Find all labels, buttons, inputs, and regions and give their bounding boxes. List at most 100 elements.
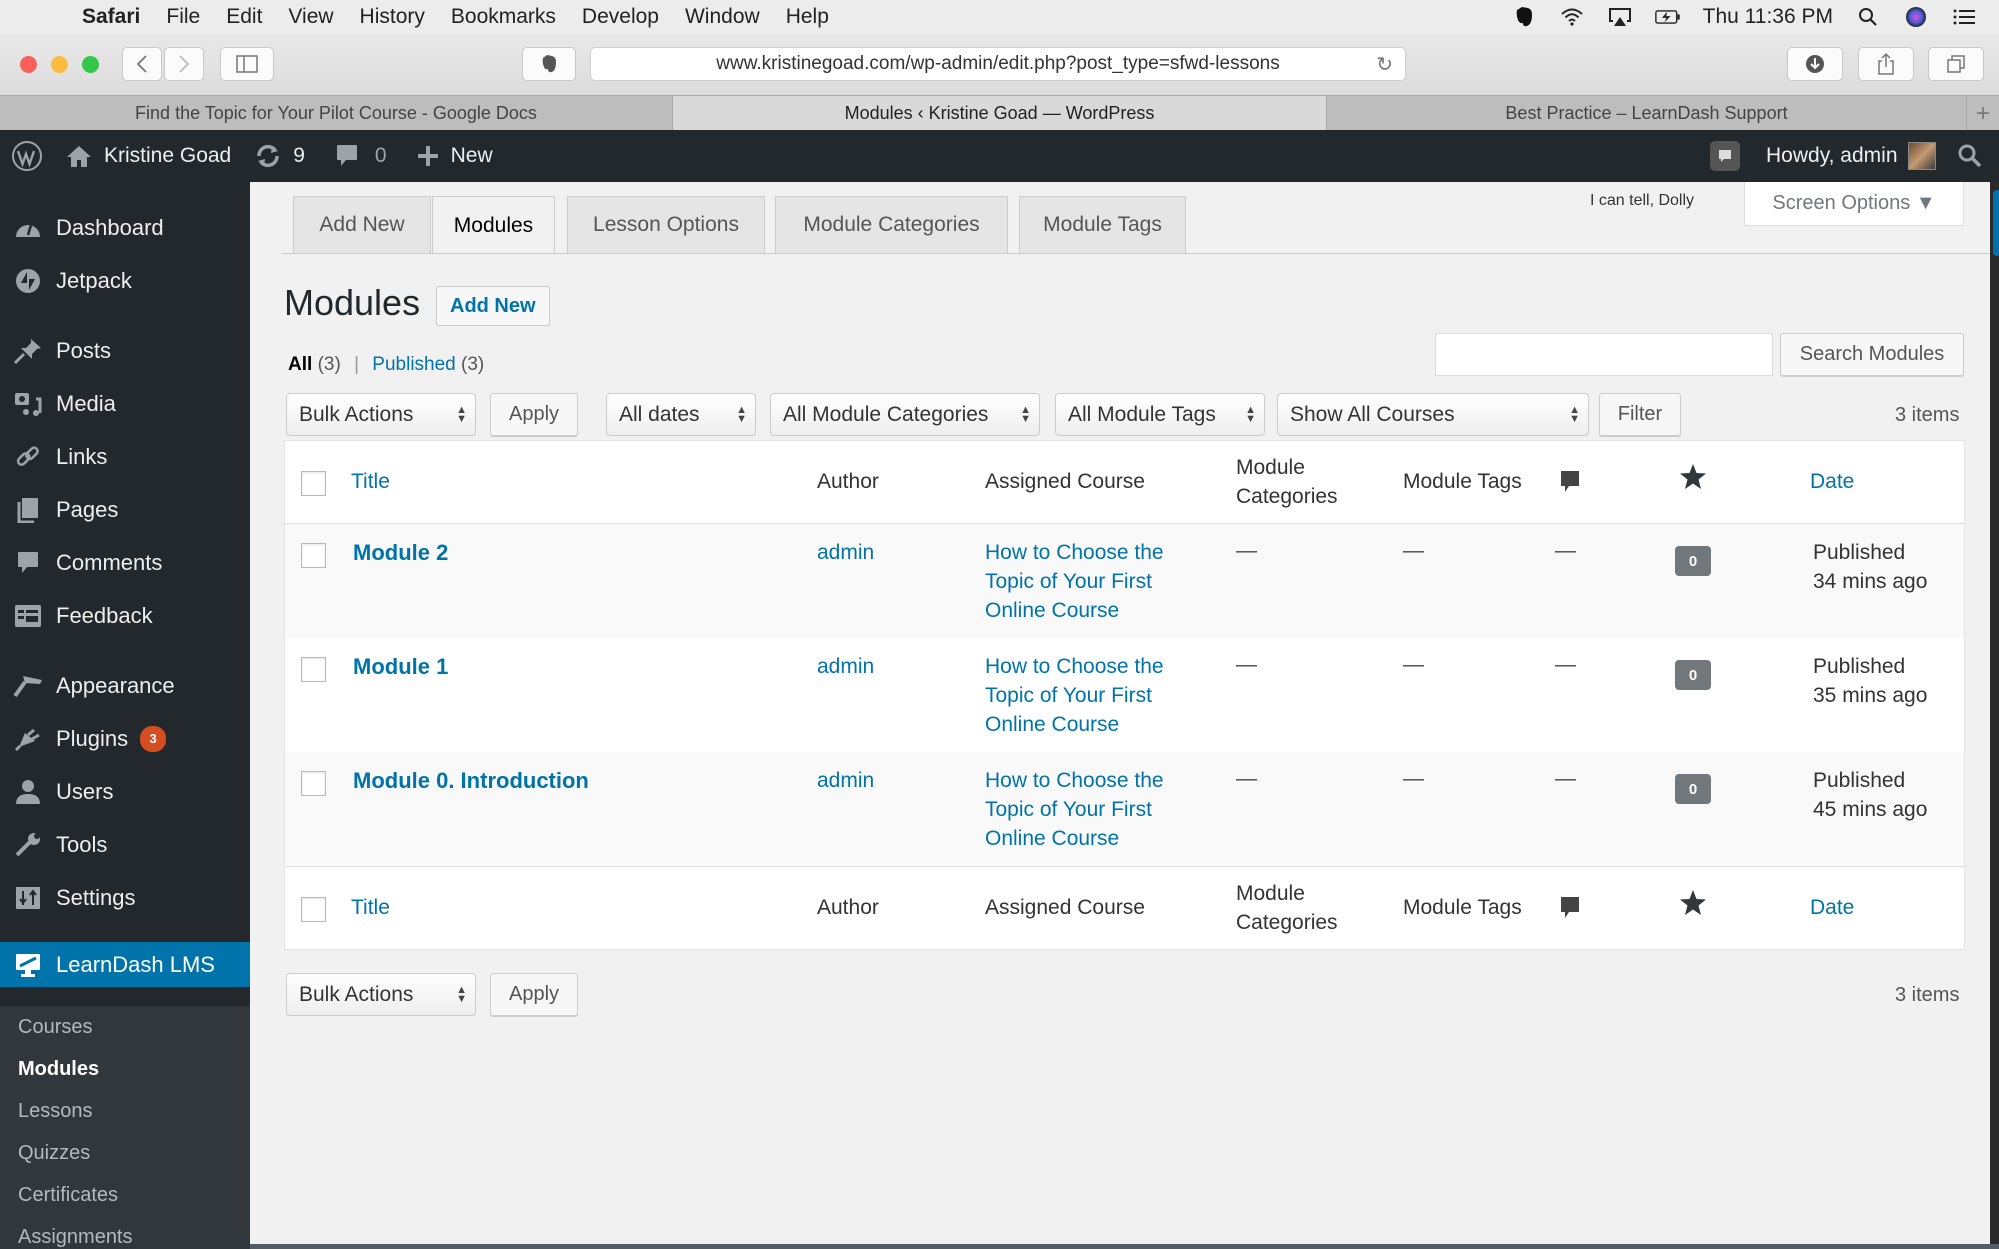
sidebar-item-tools[interactable]: Tools xyxy=(0,819,250,871)
row-star-count-badge[interactable]: 0 xyxy=(1675,660,1711,690)
tabs-overview-button[interactable] xyxy=(1928,47,1984,81)
siri-icon[interactable] xyxy=(1903,6,1929,28)
column-date-sort-footer[interactable]: Date xyxy=(1810,893,1854,922)
row-author-link[interactable]: admin xyxy=(817,766,874,795)
side-widget-tab[interactable] xyxy=(1993,190,1999,256)
comments-menu[interactable]: 0 xyxy=(335,130,387,182)
browser-tab-google-docs[interactable]: Find the Topic for Your Pilot Course - G… xyxy=(0,96,673,131)
clock[interactable]: Thu 11:36 PM xyxy=(1703,5,1833,29)
minimize-window-button[interactable] xyxy=(51,56,68,73)
sidebar-item-comments[interactable]: Comments xyxy=(0,537,250,589)
menu-view[interactable]: View xyxy=(288,5,333,29)
bulk-actions-select[interactable]: Bulk Actions ▲ ▼ xyxy=(286,393,476,436)
wordpress-logo-menu[interactable] xyxy=(0,130,54,182)
menu-history[interactable]: History xyxy=(360,5,425,29)
row-star-count-badge[interactable]: 0 xyxy=(1675,774,1711,804)
submenu-item-assignments[interactable]: Assignments xyxy=(18,1226,133,1249)
sidebar-item-users[interactable]: Users xyxy=(0,766,250,818)
row-title-link[interactable]: Module 1 xyxy=(353,652,448,681)
search-modules-button[interactable]: Search Modules xyxy=(1780,333,1964,376)
row-course-link[interactable]: How to Choose the Topic of Your First On… xyxy=(985,766,1185,853)
menu-window[interactable]: Window xyxy=(685,5,760,29)
sidebar-item-feedback[interactable]: Feedback xyxy=(0,590,250,642)
notification-center-icon[interactable] xyxy=(1951,6,1977,28)
downloads-button[interactable] xyxy=(1787,47,1843,81)
row-course-link[interactable]: How to Choose the Topic of Your First On… xyxy=(985,538,1185,625)
menu-help[interactable]: Help xyxy=(786,5,829,29)
evernote-icon[interactable] xyxy=(1511,6,1537,28)
sidebar-item-posts[interactable]: Posts xyxy=(0,325,250,377)
updates-menu[interactable]: 9 xyxy=(255,130,305,182)
bulk-apply-button-bottom[interactable]: Apply xyxy=(490,973,578,1016)
spotlight-search-icon[interactable] xyxy=(1855,6,1881,28)
search-input[interactable] xyxy=(1435,333,1773,376)
menu-develop[interactable]: Develop xyxy=(582,5,659,29)
column-title-sort-footer[interactable]: Title xyxy=(351,893,390,922)
evernote-extension-button[interactable] xyxy=(522,47,576,81)
bulk-apply-button[interactable]: Apply xyxy=(490,393,578,436)
zoom-window-button[interactable] xyxy=(82,56,99,73)
column-date-sort[interactable]: Date xyxy=(1810,467,1854,496)
submenu-item-courses[interactable]: Courses xyxy=(18,1016,92,1039)
row-title-link[interactable]: Module 0. Introduction xyxy=(353,766,589,795)
tab-add-new[interactable]: Add New xyxy=(293,196,431,253)
menu-app-safari[interactable]: Safari xyxy=(82,5,140,29)
address-bar[interactable]: www.kristinegoad.com/wp-admin/edit.php?p… xyxy=(590,47,1406,81)
screen-options-button[interactable]: Screen Options ▼ xyxy=(1744,182,1964,226)
battery-icon[interactable] xyxy=(1654,6,1681,28)
wifi-icon[interactable] xyxy=(1559,6,1585,28)
close-window-button[interactable] xyxy=(20,56,37,73)
back-button[interactable] xyxy=(122,47,162,81)
sidebar-toggle-button[interactable] xyxy=(220,47,274,81)
site-name-menu[interactable]: Kristine Goad xyxy=(66,130,231,182)
tab-modules[interactable]: Modules xyxy=(432,196,555,254)
row-star-count-badge[interactable]: 0 xyxy=(1675,546,1711,576)
notifications-button[interactable] xyxy=(1710,130,1740,182)
sidebar-item-appearance[interactable]: Appearance xyxy=(0,660,250,712)
tab-module-tags[interactable]: Module Tags xyxy=(1019,196,1186,253)
select-all-checkbox-footer[interactable] xyxy=(301,897,326,922)
date-filter-select[interactable]: All dates ▲ ▼ xyxy=(606,393,756,436)
sidebar-item-jetpack[interactable]: Jetpack xyxy=(0,255,250,307)
submenu-item-quizzes[interactable]: Quizzes xyxy=(18,1142,90,1165)
sidebar-item-dashboard[interactable]: Dashboard xyxy=(0,202,250,254)
sidebar-item-settings[interactable]: Settings xyxy=(0,872,250,924)
new-tab-button[interactable]: + xyxy=(1967,96,1999,131)
select-all-checkbox[interactable] xyxy=(301,471,326,496)
row-checkbox[interactable] xyxy=(301,543,326,568)
reload-icon[interactable]: ↻ xyxy=(1376,52,1393,77)
row-checkbox[interactable] xyxy=(301,657,326,682)
browser-tab-learndash-support[interactable]: Best Practice – LearnDash Support xyxy=(1327,96,1967,131)
category-filter-select[interactable]: All Module Categories ▲ ▼ xyxy=(770,393,1040,436)
bulk-actions-select-bottom[interactable]: Bulk Actions ▲ ▼ xyxy=(286,973,476,1016)
menu-edit[interactable]: Edit xyxy=(226,5,262,29)
add-new-button[interactable]: Add New xyxy=(436,286,550,326)
admin-search-button[interactable] xyxy=(1958,130,1982,182)
menu-bookmarks[interactable]: Bookmarks xyxy=(451,5,556,29)
share-button[interactable] xyxy=(1858,47,1914,81)
sidebar-item-pages[interactable]: Pages xyxy=(0,484,250,536)
filter-button[interactable]: Filter xyxy=(1599,393,1681,436)
airplay-icon[interactable] xyxy=(1607,6,1633,28)
forward-button[interactable] xyxy=(164,47,204,81)
submenu-item-modules[interactable]: Modules xyxy=(18,1058,99,1081)
row-author-link[interactable]: admin xyxy=(817,538,874,567)
row-author-link[interactable]: admin xyxy=(817,652,874,681)
tab-lesson-options[interactable]: Lesson Options xyxy=(567,196,765,253)
view-published-link[interactable]: Published xyxy=(372,354,455,375)
sidebar-item-links[interactable]: Links xyxy=(0,431,250,483)
submenu-item-certificates[interactable]: Certificates xyxy=(18,1184,118,1207)
view-all-link[interactable]: All xyxy=(288,354,312,375)
row-checkbox[interactable] xyxy=(301,771,326,796)
sidebar-item-plugins[interactable]: Plugins 3 xyxy=(0,713,250,765)
sidebar-item-media[interactable]: Media xyxy=(0,378,250,430)
tab-module-categories[interactable]: Module Categories xyxy=(775,196,1008,253)
my-account-menu[interactable]: Howdy, admin xyxy=(1766,130,1936,182)
submenu-item-lessons[interactable]: Lessons xyxy=(18,1100,93,1123)
menu-file[interactable]: File xyxy=(166,5,200,29)
column-title-sort[interactable]: Title xyxy=(351,467,390,496)
sidebar-item-learndash-lms[interactable]: LearnDash LMS xyxy=(0,942,250,987)
browser-tab-wordpress[interactable]: Modules ‹ Kristine Goad — WordPress xyxy=(673,96,1327,131)
tag-filter-select[interactable]: All Module Tags ▲ ▼ xyxy=(1055,393,1265,436)
row-title-link[interactable]: Module 2 xyxy=(353,538,448,567)
